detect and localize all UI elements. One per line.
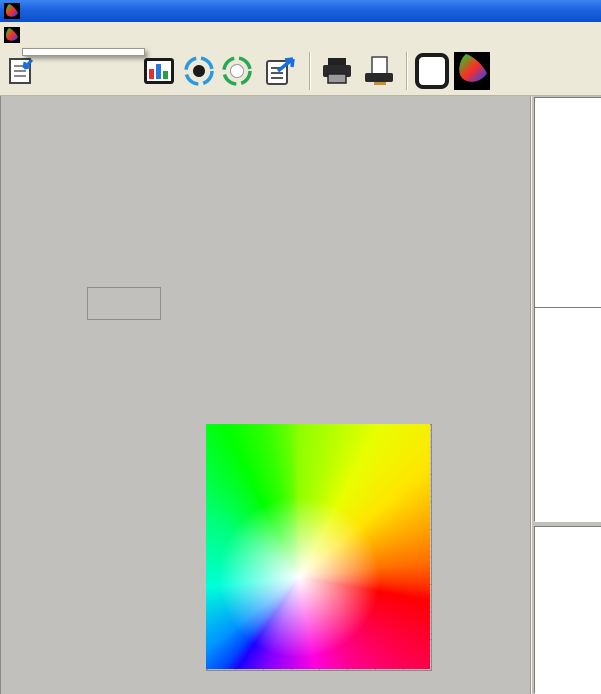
print-preview-icon [362, 55, 396, 87]
toolbar-separator [406, 52, 408, 90]
samples-list-panel [534, 307, 601, 522]
help-icon [415, 53, 449, 89]
help-button[interactable] [413, 51, 451, 91]
wavelength-list-panel [534, 526, 601, 694]
measure-sample-button[interactable] [218, 51, 256, 91]
printer-icon [320, 56, 354, 86]
colorimetric-values [0, 148, 160, 243]
report-export-button[interactable] [262, 51, 300, 91]
app-icon [4, 3, 20, 19]
report-export-icon [264, 55, 298, 87]
standards-list-panel [534, 97, 601, 310]
about-sqct-button[interactable] [453, 51, 491, 91]
standard-measure-icon [182, 54, 216, 88]
new-work-button[interactable] [2, 51, 40, 91]
mdi-child-icon[interactable] [4, 27, 20, 43]
title-bar [0, 0, 601, 22]
cie-horseshoe-gamut [206, 424, 430, 669]
bar-chart-icon [143, 56, 175, 86]
color-simulation-swatch [87, 287, 161, 320]
menu-bar [0, 22, 601, 49]
print-button[interactable] [318, 51, 356, 91]
sample-measure-icon [220, 54, 254, 88]
new-document-icon [6, 56, 36, 86]
sqct-logo-icon [454, 52, 490, 90]
panel-splitter-highlight [531, 96, 532, 694]
file-menu-popup [22, 48, 145, 56]
chart-view-button[interactable] [140, 51, 178, 91]
toolbar-separator [309, 52, 311, 90]
measure-standard-button[interactable] [180, 51, 218, 91]
print-preview-button[interactable] [360, 51, 398, 91]
